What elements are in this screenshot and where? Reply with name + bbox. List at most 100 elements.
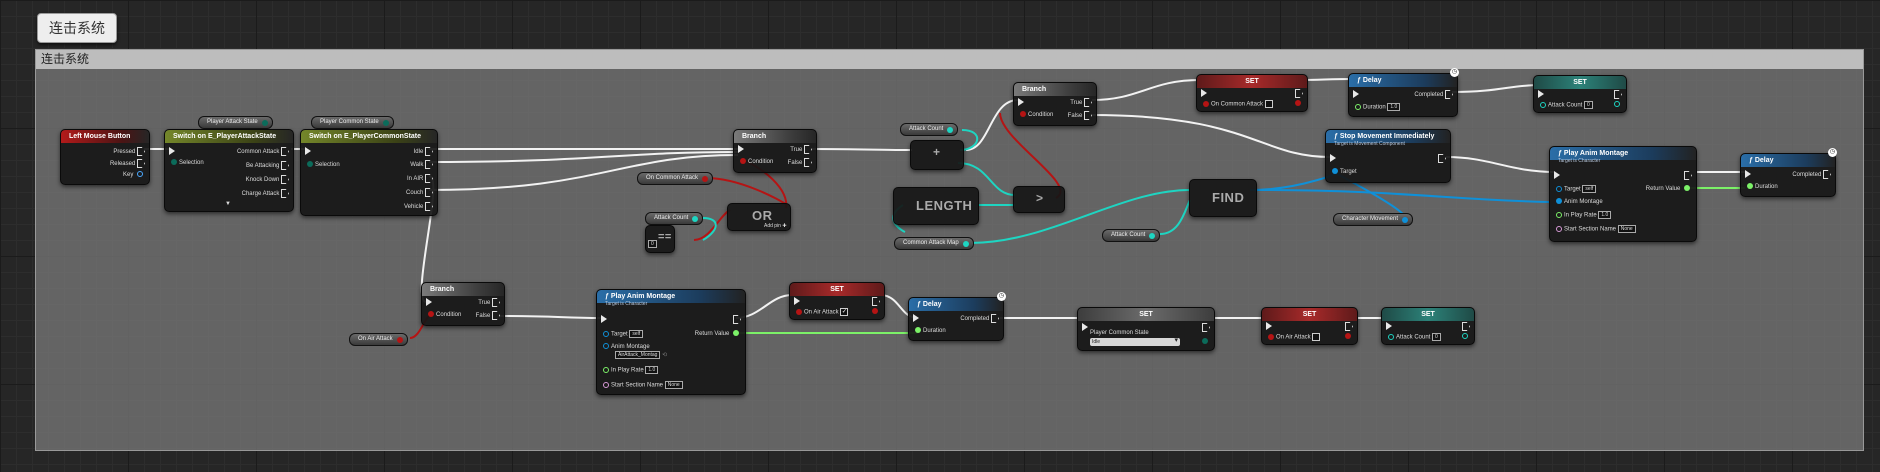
exec-in-pin[interactable]: [1745, 170, 1751, 179]
play-anim-montage-bottom-node[interactable]: ƒ Play Anim Montage Target is Character …: [596, 289, 746, 395]
exec-in-pin[interactable]: [1201, 89, 1207, 98]
completed-pin[interactable]: Completed: [1792, 170, 1831, 179]
idle-pin[interactable]: Idle: [414, 147, 433, 156]
comment-header[interactable]: 连击系统: [36, 50, 1863, 69]
completed-pin[interactable]: Completed: [960, 314, 999, 323]
pressed-pin[interactable]: Pressed: [113, 147, 145, 156]
condition-pin[interactable]: Condition: [738, 158, 773, 166]
increment-node[interactable]: +: [910, 140, 964, 170]
exec-out-pin[interactable]: [733, 315, 741, 324]
set-air-attack-bottom-node[interactable]: SET On Air Attack: [1261, 307, 1358, 345]
false-pin[interactable]: False: [1068, 111, 1092, 120]
be-attacking-pin[interactable]: Be Attacking: [246, 161, 289, 170]
exec-out-pin[interactable]: [1295, 89, 1303, 98]
couch-pin[interactable]: Couch: [406, 188, 433, 197]
target-pin[interactable]: Target self: [601, 330, 644, 339]
player-attack-state-getter[interactable]: Player Attack State: [198, 116, 273, 129]
released-pin[interactable]: Released: [110, 159, 145, 168]
key-pin[interactable]: Key: [123, 171, 145, 179]
add-pin-button[interactable]: Add pin ✚: [764, 222, 787, 230]
common-state-dropdown[interactable]: Idle: [1090, 337, 1180, 346]
anim-montage-value[interactable]: AirAttack_Montag ⟲: [615, 351, 667, 360]
walk-pin[interactable]: Walk: [410, 160, 433, 169]
exec-in-pin[interactable]: [305, 147, 311, 156]
exec-out-pin[interactable]: [1438, 154, 1446, 163]
start-section-name-pin[interactable]: Start Section Name None: [601, 381, 683, 390]
branch-node-1[interactable]: Branch Condition True False: [733, 129, 817, 173]
in-play-rate-pin[interactable]: In Play Rate 1.0: [601, 366, 659, 375]
bool-out-pin[interactable]: [870, 308, 880, 316]
bool-out-pin[interactable]: [1343, 333, 1353, 341]
return-value-pin[interactable]: Return Value: [695, 330, 741, 338]
attack-count-pin[interactable]: Attack Count 0: [1386, 333, 1441, 342]
exec-in-pin[interactable]: [1330, 154, 1336, 163]
false-pin[interactable]: False: [476, 311, 500, 320]
exec-in-pin[interactable]: [601, 315, 607, 324]
delay-right-node[interactable]: ƒ Delay Duration Completed: [1740, 153, 1836, 197]
exec-in-pin[interactable]: [738, 145, 744, 154]
exec-in-pin[interactable]: [1082, 323, 1088, 332]
set-air-attack-mid-node[interactable]: SET On Air Attack ✓: [789, 282, 885, 320]
delay-bottom-node[interactable]: ƒ Delay Duration Completed: [908, 297, 1004, 341]
enum-out-pin[interactable]: [1200, 338, 1210, 346]
in-air-pin[interactable]: In AIR: [407, 174, 433, 183]
duration-pin[interactable]: Duration 1.0: [1353, 103, 1401, 112]
selection-pin[interactable]: Selection: [169, 159, 204, 167]
duration-pin[interactable]: Duration: [913, 327, 946, 335]
expand-arrow-icon[interactable]: ▼: [225, 200, 231, 208]
anim-montage-pin[interactable]: Anim Montage: [1554, 198, 1603, 206]
exec-in-pin[interactable]: [169, 147, 175, 156]
target-pin[interactable]: Target: [1330, 168, 1357, 176]
exec-out-pin[interactable]: [1202, 323, 1210, 332]
set-attack-count-top-node[interactable]: SET Attack Count 0: [1533, 75, 1627, 113]
on-common-attack-getter[interactable]: On Common Attack: [637, 172, 714, 185]
exec-in-pin[interactable]: [794, 297, 800, 306]
attack-count-getter-b[interactable]: Attack Count: [900, 123, 959, 136]
return-value-pin[interactable]: Return Value: [1646, 185, 1692, 193]
equal-node[interactable]: == 0: [645, 225, 675, 253]
exec-in-pin[interactable]: [1353, 90, 1359, 99]
exec-in-pin[interactable]: [913, 314, 919, 323]
exec-out-pin[interactable]: [1614, 90, 1622, 99]
common-attack-map-getter[interactable]: Common Attack Map: [894, 237, 974, 250]
completed-pin[interactable]: Completed: [1414, 90, 1453, 99]
common-attack-pin[interactable]: Common Attack: [237, 147, 289, 156]
selection-pin[interactable]: Selection: [305, 161, 340, 169]
attack-count-getter-c[interactable]: Attack Count: [1102, 229, 1161, 242]
exec-out-pin[interactable]: [1462, 322, 1470, 331]
int-out-pin[interactable]: [1460, 333, 1470, 341]
stop-movement-node[interactable]: ƒ Stop Movement Immediately Target is Mo…: [1325, 129, 1451, 183]
greater-than-node[interactable]: >: [1013, 186, 1065, 213]
exec-in-pin[interactable]: [1554, 171, 1560, 180]
branch-node-3[interactable]: Branch Condition True False: [421, 282, 505, 326]
start-section-name-pin[interactable]: Start Section Name None: [1554, 225, 1636, 234]
false-pin[interactable]: False: [788, 158, 812, 167]
exec-in-pin[interactable]: [1386, 322, 1392, 331]
on-air-attack-pin[interactable]: On Air Attack: [1266, 333, 1321, 342]
exec-out-pin[interactable]: [1345, 322, 1353, 331]
exec-in-pin[interactable]: [426, 298, 432, 307]
on-common-attack-pin[interactable]: On Common Attack: [1201, 100, 1273, 109]
exec-in-pin[interactable]: [1538, 90, 1544, 99]
knock-down-pin[interactable]: Knock Down: [246, 175, 289, 184]
vehicle-pin[interactable]: Vehicle: [404, 202, 433, 211]
bool-out-pin[interactable]: [1293, 100, 1303, 108]
on-air-attack-pin[interactable]: On Air Attack ✓: [794, 308, 849, 317]
length-node[interactable]: LENGTH: [893, 187, 979, 225]
find-node[interactable]: FIND: [1189, 179, 1257, 217]
exec-in-pin[interactable]: [1266, 322, 1272, 331]
true-pin[interactable]: True: [1070, 98, 1092, 107]
duration-pin[interactable]: Duration: [1745, 183, 1778, 191]
character-movement-getter[interactable]: Character Movement: [1333, 213, 1414, 226]
exec-out-pin[interactable]: [1684, 171, 1692, 180]
set-attack-count-bottom-node[interactable]: SET Attack Count 0: [1381, 307, 1475, 345]
anim-montage-pin[interactable]: Anim Montage: [601, 343, 650, 351]
set-common-state-node[interactable]: SET Player Common State Idle: [1077, 307, 1215, 351]
left-mouse-button-node[interactable]: Left Mouse Button Pressed Released Key: [60, 129, 150, 185]
in-play-rate-pin[interactable]: In Play Rate 1.0: [1554, 211, 1612, 220]
true-pin[interactable]: True: [790, 145, 812, 154]
switch-common-state-node[interactable]: Switch on E_PlayerCommonState Selection …: [300, 129, 438, 216]
player-common-state-getter[interactable]: Player Common State: [311, 116, 394, 129]
true-pin[interactable]: True: [478, 298, 500, 307]
condition-pin[interactable]: Condition: [426, 311, 461, 319]
